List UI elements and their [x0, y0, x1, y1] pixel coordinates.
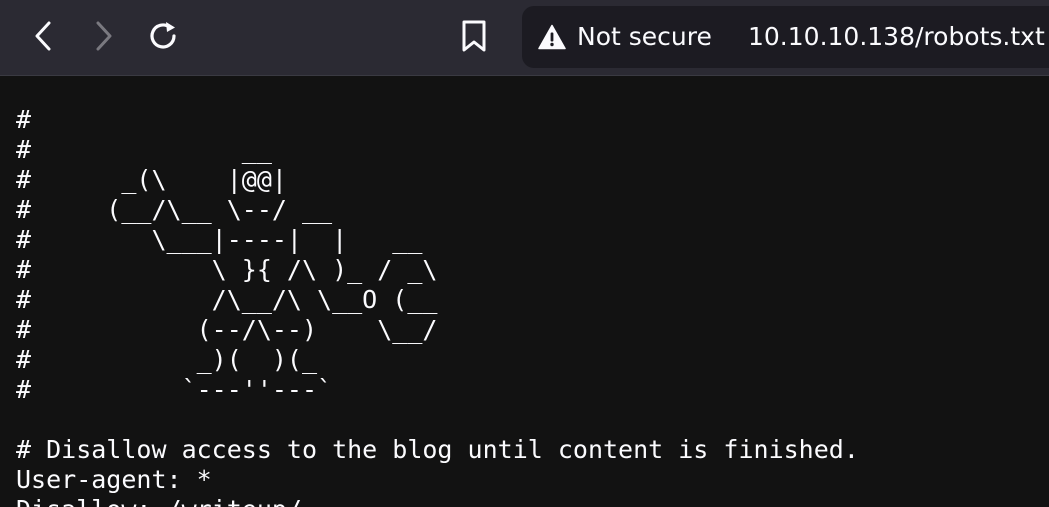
address-bar[interactable]: Not secure 10.10.10.138/robots.txt [522, 6, 1049, 68]
reload-icon [150, 22, 176, 49]
page-content: # # __ # _(\ |@@| # (__/\__ \--/ __ # \_… [0, 77, 1049, 507]
back-button[interactable] [22, 14, 66, 58]
browser-toolbar: Not secure 10.10.10.138/robots.txt [0, 0, 1049, 76]
security-status-label[interactable]: Not secure [577, 22, 712, 52]
forward-button[interactable] [81, 14, 125, 58]
warning-triangle-icon[interactable] [538, 24, 566, 50]
url-text[interactable]: 10.10.10.138/robots.txt [748, 22, 1045, 52]
chevron-left-icon [35, 21, 51, 51]
chevron-right-icon [96, 21, 112, 51]
robots-txt-text: # # __ # _(\ |@@| # (__/\__ \--/ __ # \_… [16, 105, 859, 507]
bookmark-icon [462, 20, 486, 52]
bookmark-button[interactable] [452, 14, 496, 58]
reload-button[interactable] [141, 14, 185, 58]
